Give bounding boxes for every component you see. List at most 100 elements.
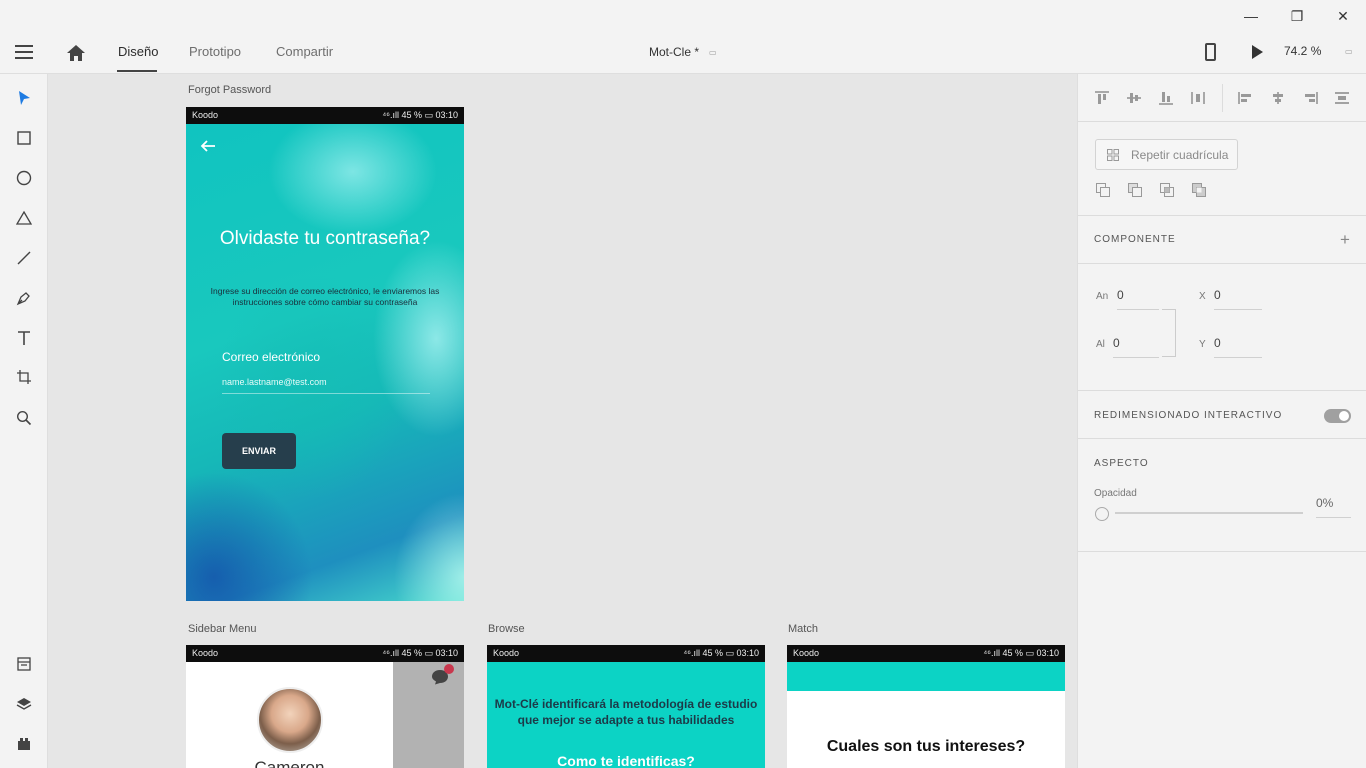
plugins-icon — [18, 738, 30, 750]
y-label: Y — [1199, 339, 1206, 350]
x-field[interactable]: 0 — [1214, 288, 1262, 310]
status-carrier: Koodo — [793, 648, 820, 658]
add-component-icon[interactable]: + — [1340, 230, 1350, 250]
align-center-icon[interactable] — [1270, 91, 1286, 105]
ellipse-tool[interactable] — [14, 168, 34, 188]
ellipse-icon — [16, 170, 32, 186]
responsive-resize-title: REDIMENSIONADO INTERACTIVO — [1094, 410, 1283, 421]
grid-icon — [1107, 149, 1119, 161]
zoom-level[interactable]: 74.2 % — [1284, 44, 1321, 58]
line-tool[interactable] — [14, 248, 34, 268]
toggle-knob — [1339, 411, 1349, 421]
aspect-lock-icon[interactable] — [1162, 309, 1176, 357]
y-field[interactable]: 0 — [1214, 336, 1262, 358]
artboard-label-sidebar-menu[interactable]: Sidebar Menu — [188, 623, 257, 635]
hamburger-menu-icon[interactable] — [15, 45, 33, 59]
layers-panel-button[interactable] — [14, 694, 34, 714]
document-dropdown-icon[interactable]: ▭ — [709, 48, 717, 57]
boolean-intersect-icon[interactable] — [1160, 183, 1174, 197]
repeat-grid-label: Repetir cuadrícula — [1131, 148, 1229, 162]
tab-design[interactable]: Diseño — [118, 44, 158, 59]
text-icon — [18, 331, 30, 345]
align-bottom-icon[interactable] — [1158, 91, 1174, 105]
artboard-forgot-password[interactable]: Koodo ⁴⁶.ıll 45 % ▭ 03:10 Olvidaste tu c… — [186, 107, 464, 601]
maximize-button[interactable]: ❐ — [1274, 0, 1320, 32]
phone-status-bar: Koodo ⁴⁶.ıll 45 % ▭ 03:10 — [186, 107, 464, 124]
polygon-tool[interactable] — [14, 208, 34, 228]
distribute-horizontal-icon[interactable] — [1190, 91, 1206, 105]
artboard-label-forgot-password[interactable]: Forgot Password — [188, 84, 271, 96]
align-top-icon[interactable] — [1094, 91, 1110, 105]
responsive-resize-toggle[interactable] — [1324, 409, 1351, 423]
phone-status-bar: Koodo ⁴⁶.ıll 45 % ▭ 03:10 — [487, 645, 765, 662]
width-field[interactable]: 0 — [1117, 288, 1159, 310]
rectangle-icon — [17, 131, 31, 145]
repeat-grid-button[interactable]: Repetir cuadrícula — [1095, 139, 1238, 170]
zoom-icon — [16, 410, 32, 426]
align-right-icon[interactable] — [1302, 91, 1318, 105]
artboard-icon — [17, 370, 31, 384]
rectangle-tool[interactable] — [14, 128, 34, 148]
plugins-panel-button[interactable] — [14, 734, 34, 754]
pen-tool[interactable] — [14, 288, 34, 308]
play-preview-icon[interactable] — [1252, 45, 1263, 59]
status-carrier: Koodo — [192, 110, 219, 120]
artboard-sidebar-menu[interactable]: Koodo ⁴⁶.ıll 45 % ▭ 03:10 Cameron — [186, 645, 464, 768]
document-title[interactable]: Mot-Cle * — [649, 45, 699, 59]
notification-badge — [444, 664, 454, 674]
assets-panel-button[interactable] — [14, 654, 34, 674]
back-arrow-icon[interactable] — [200, 138, 216, 154]
height-field[interactable]: 0 — [1113, 336, 1159, 358]
forgot-password-title: Olvidaste tu contraseña? — [219, 228, 431, 249]
assets-icon — [17, 657, 31, 671]
close-icon: ✕ — [1337, 7, 1349, 24]
device-preview-icon[interactable] — [1205, 43, 1216, 61]
artboard-match[interactable]: Koodo ⁴⁶.ıll 45 % ▭ 03:10 Cuales son tus… — [787, 645, 1065, 768]
artboard-tool[interactable] — [14, 367, 34, 387]
top-toolbar: Diseño Prototipo Compartir Mot-Cle * ▭ 7… — [0, 32, 1366, 74]
phone-status-bar: Koodo ⁴⁶.ıll 45 % ▭ 03:10 — [186, 645, 464, 662]
boolean-subtract-icon[interactable] — [1128, 183, 1142, 197]
email-field[interactable]: name.lastname@test.com — [222, 377, 430, 394]
boolean-add-icon[interactable] — [1096, 183, 1110, 197]
tab-prototype[interactable]: Prototipo — [189, 44, 241, 59]
alignment-divider — [1222, 84, 1223, 112]
artboard-browse[interactable]: Koodo ⁴⁶.ıll 45 % ▭ 03:10 Mot-Clé identi… — [487, 645, 765, 768]
distribute-vertical-icon[interactable] — [1334, 91, 1350, 105]
align-middle-icon[interactable] — [1126, 91, 1142, 105]
component-title: COMPONENTE — [1094, 234, 1176, 245]
close-button[interactable]: ✕ — [1320, 0, 1366, 32]
text-tool[interactable] — [14, 328, 34, 348]
artboard-label-match[interactable]: Match — [788, 623, 818, 635]
tab-share[interactable]: Compartir — [276, 44, 333, 59]
opacity-slider-track[interactable] — [1115, 512, 1303, 514]
artboard-label-browse[interactable]: Browse — [488, 623, 525, 635]
status-carrier: Koodo — [493, 648, 520, 658]
select-icon — [19, 91, 30, 105]
interests-title: Cuales son tus intereses? — [826, 738, 1026, 755]
opacity-label: Opacidad — [1094, 488, 1137, 499]
minimize-icon: — — [1244, 8, 1258, 24]
select-tool[interactable] — [14, 88, 34, 108]
line-icon — [17, 251, 31, 265]
send-button[interactable]: ENVIAR — [222, 433, 296, 469]
active-tab-indicator — [117, 70, 157, 72]
sidebar-overlay — [393, 662, 464, 768]
design-canvas[interactable]: Forgot Password Koodo ⁴⁶.ıll 45 % ▭ 03:1… — [48, 74, 1077, 768]
zoom-tool[interactable] — [14, 408, 34, 428]
minimize-button[interactable]: — — [1228, 0, 1274, 32]
align-left-icon[interactable] — [1238, 91, 1254, 105]
boolean-exclude-icon[interactable] — [1192, 183, 1206, 197]
opacity-slider-handle[interactable] — [1095, 507, 1109, 521]
status-indicators: ⁴⁶.ıll 45 % ▭ 03:10 — [683, 648, 759, 658]
width-label: An — [1096, 291, 1109, 302]
x-label: X — [1199, 291, 1206, 302]
home-icon[interactable] — [66, 43, 86, 63]
zoom-dropdown-icon[interactable]: ▭ — [1345, 47, 1353, 56]
window-title-bar: — ❐ ✕ — [0, 0, 1366, 32]
appearance-title: ASPECTO — [1094, 458, 1149, 469]
opacity-field[interactable]: 0% — [1316, 496, 1351, 518]
phone-status-bar: Koodo ⁴⁶.ıll 45 % ▭ 03:10 — [787, 645, 1065, 662]
forgot-password-description: Ingrese su dirección de correo electróni… — [210, 286, 440, 307]
sidebar-menu-panel: Cameron — [186, 662, 393, 768]
